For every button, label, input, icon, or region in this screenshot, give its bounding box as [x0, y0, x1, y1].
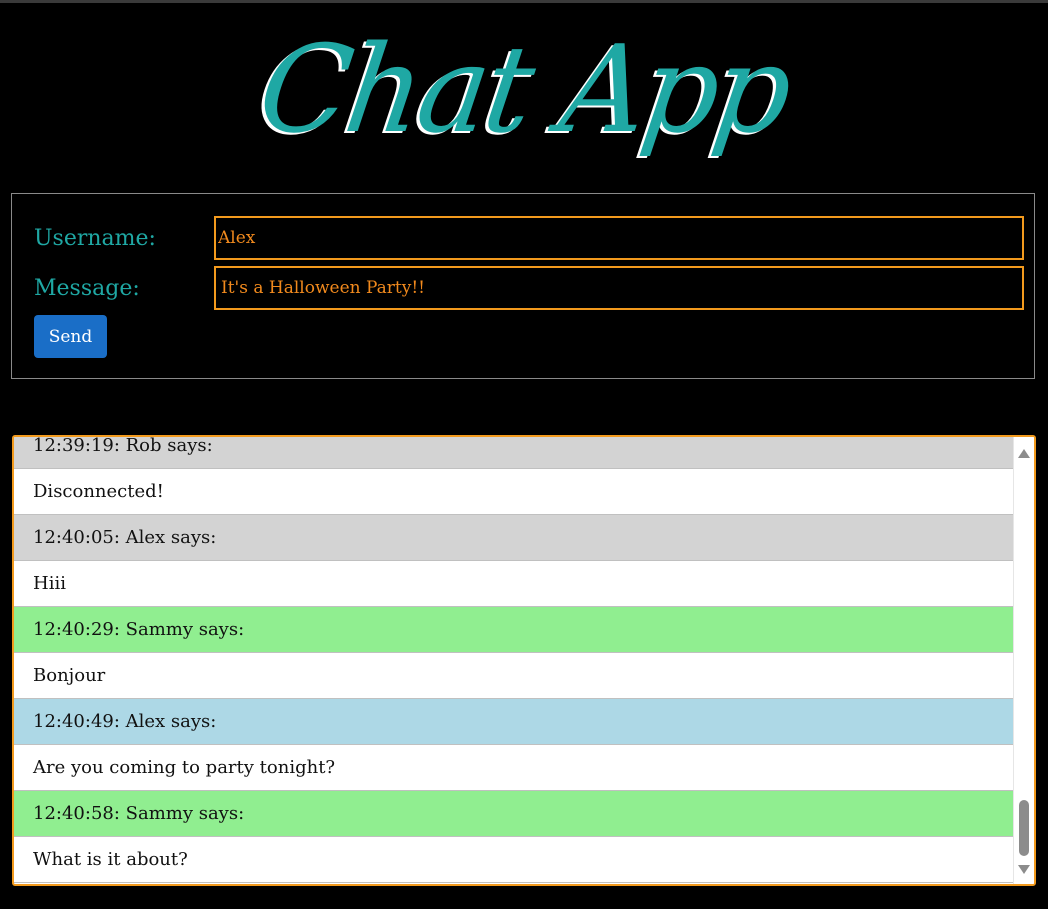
message-header: 12:40:29: Sammy says: — [14, 607, 1015, 653]
message-header: 12:40:05: Alex says: — [14, 515, 1015, 561]
app-logo: Chat App — [251, 18, 797, 160]
message-text: Bonjour — [14, 653, 1015, 699]
message-label: Message: — [34, 276, 140, 301]
message-text: Disconnected! — [14, 469, 1015, 515]
window-top-edge — [0, 0, 1048, 3]
scroll-down-arrow-icon[interactable] — [1018, 865, 1030, 874]
scroll-thumb[interactable] — [1019, 800, 1029, 856]
header: Chat App — [0, 14, 1048, 184]
message-list: 12:39:19: Rob says: Disconnected! 12:40:… — [14, 437, 1015, 883]
chat-form: Username: Message: Send — [11, 193, 1035, 379]
username-label: Username: — [34, 226, 156, 251]
scroll-up-arrow-icon[interactable] — [1018, 449, 1030, 458]
username-input[interactable] — [214, 216, 1024, 260]
message-header: 12:39:19: Rob says: — [14, 437, 1015, 469]
chat-scrollbar[interactable] — [1013, 437, 1034, 884]
chat-log[interactable]: 12:39:19: Rob says: Disconnected! 12:40:… — [12, 435, 1036, 886]
send-button[interactable]: Send — [34, 315, 107, 358]
message-text: What is it about? — [14, 837, 1015, 883]
message-header: 12:40:49: Alex says: — [14, 699, 1015, 745]
message-input[interactable] — [214, 266, 1024, 310]
message-header: 12:40:58: Sammy says: — [14, 791, 1015, 837]
message-text: Are you coming to party tonight? — [14, 745, 1015, 791]
message-text: Hiii — [14, 561, 1015, 607]
